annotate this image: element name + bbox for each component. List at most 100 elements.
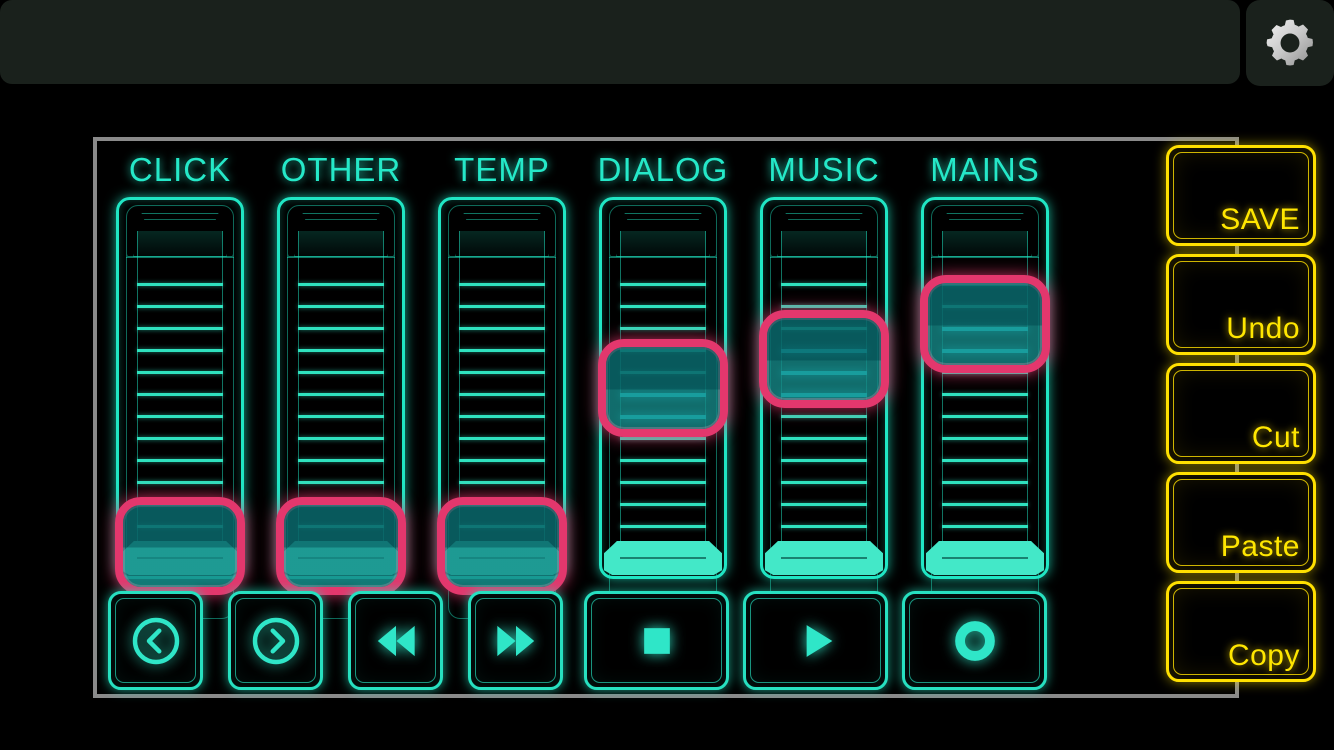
fader-scale-rung bbox=[781, 459, 867, 462]
channel-label: OTHER bbox=[280, 151, 402, 188]
fader-scale-rung bbox=[781, 415, 867, 418]
fader-scale-rung bbox=[942, 503, 1028, 506]
fader-scale-rung bbox=[620, 525, 706, 528]
fast-forward-button[interactable] bbox=[468, 591, 563, 690]
fader-scale-rung bbox=[298, 371, 384, 374]
fader-scale-rung bbox=[459, 393, 545, 396]
fader-top-cap bbox=[137, 231, 223, 259]
save-button[interactable]: SAVE bbox=[1166, 145, 1316, 246]
fader-scale-rung bbox=[459, 305, 545, 308]
fader-click[interactable] bbox=[115, 197, 245, 619]
fader-scale-rung bbox=[781, 481, 867, 484]
channel-strip-mains: MAINS bbox=[910, 145, 1060, 619]
channel-strip-music: MUSIC bbox=[749, 145, 899, 619]
record-button[interactable] bbox=[902, 591, 1047, 690]
fader-scale-rung bbox=[620, 327, 706, 330]
fader-top-cap bbox=[298, 231, 384, 259]
fader-handle-fill bbox=[123, 505, 237, 587]
mixer-panel: CLICK OTHER TEMP DIALOG MUSIC MAINS SAVE Undo C… bbox=[93, 137, 1316, 698]
prev-marker-button[interactable] bbox=[108, 591, 203, 690]
channel-label: MAINS bbox=[930, 151, 1040, 188]
fader-handle-fill bbox=[445, 505, 559, 587]
fader-scale-rung bbox=[137, 283, 223, 286]
fader-scale-rung bbox=[137, 481, 223, 484]
fader-scale-rung bbox=[620, 503, 706, 506]
fader-scale-rung bbox=[620, 481, 706, 484]
fader-handle-fill bbox=[606, 347, 720, 429]
fader-scale-rung bbox=[298, 415, 384, 418]
fader-top-cap bbox=[459, 231, 545, 259]
fader-scale-rung bbox=[942, 415, 1028, 418]
fader-scale-rung bbox=[459, 371, 545, 374]
fader-scale-rung bbox=[137, 349, 223, 352]
play-icon bbox=[806, 624, 832, 657]
fader-base-shoe bbox=[604, 541, 722, 575]
cut-button[interactable]: Cut bbox=[1166, 363, 1316, 464]
gear-icon bbox=[1266, 19, 1313, 66]
paste-button[interactable]: Paste bbox=[1166, 472, 1316, 573]
fader-shoe-line bbox=[620, 557, 706, 559]
fader-dialog[interactable] bbox=[598, 197, 728, 619]
fader-scale-rung bbox=[459, 459, 545, 462]
fader-top-rail bbox=[609, 257, 717, 258]
fader-temp[interactable] bbox=[437, 197, 567, 619]
fader-other[interactable] bbox=[276, 197, 406, 619]
fader-handle[interactable] bbox=[437, 497, 567, 595]
fader-handle[interactable] bbox=[920, 275, 1050, 373]
fader-top-rail bbox=[287, 257, 395, 258]
fader-shoe-line bbox=[781, 557, 867, 559]
fader-scale-rung bbox=[459, 349, 545, 352]
channel-strip-other: OTHER bbox=[266, 145, 416, 619]
fader-scale-rung bbox=[137, 327, 223, 330]
fader-music[interactable] bbox=[759, 197, 889, 619]
settings-button[interactable] bbox=[1246, 0, 1334, 86]
fader-scale-rung bbox=[459, 437, 545, 440]
fader-scale-rung bbox=[298, 327, 384, 330]
fader-scale-rung bbox=[298, 305, 384, 308]
paste-button-label: Paste bbox=[1220, 530, 1300, 563]
top-display-bar[interactable] bbox=[0, 0, 1240, 84]
fader-top-cap bbox=[620, 231, 706, 259]
fader-scale-rung bbox=[137, 371, 223, 374]
fader-top-cap bbox=[942, 231, 1028, 259]
fader-base-shoe bbox=[926, 541, 1044, 575]
fader-scale-rung bbox=[942, 459, 1028, 462]
fader-scale-rung bbox=[942, 481, 1028, 484]
fader-scale-rung bbox=[137, 393, 223, 396]
fader-top-rail bbox=[126, 257, 234, 258]
fader-top-cap bbox=[781, 231, 867, 259]
fader-scale-rung bbox=[298, 349, 384, 352]
stop-button[interactable] bbox=[584, 591, 729, 690]
circle-chevron-left-icon bbox=[132, 617, 179, 664]
copy-button[interactable]: Copy bbox=[1166, 581, 1316, 682]
cut-button-label: Cut bbox=[1251, 421, 1300, 454]
fader-scale-rung bbox=[298, 481, 384, 484]
fader-handle[interactable] bbox=[759, 310, 889, 408]
play-button[interactable] bbox=[743, 591, 888, 690]
next-marker-button[interactable] bbox=[228, 591, 323, 690]
save-button-label: SAVE bbox=[1220, 203, 1300, 236]
channel-label: TEMP bbox=[454, 151, 550, 188]
fader-scale-rung bbox=[781, 437, 867, 440]
fader-scale-rung bbox=[137, 459, 223, 462]
fader-handle[interactable] bbox=[115, 497, 245, 595]
copy-button-label: Copy bbox=[1227, 639, 1300, 672]
rewind-button[interactable] bbox=[348, 591, 443, 690]
fader-handle-fill bbox=[284, 505, 398, 587]
rewind-icon bbox=[377, 625, 415, 656]
fader-handle[interactable] bbox=[598, 339, 728, 437]
fader-scale-rung bbox=[459, 481, 545, 484]
undo-button-label: Undo bbox=[1226, 312, 1300, 345]
fader-scale-rung bbox=[620, 283, 706, 286]
fader-scale-rung bbox=[781, 503, 867, 506]
fader-scale-rung bbox=[459, 415, 545, 418]
channel-label: CLICK bbox=[128, 151, 232, 188]
fader-mains[interactable] bbox=[920, 197, 1050, 619]
record-icon bbox=[954, 620, 995, 661]
fader-handle[interactable] bbox=[276, 497, 406, 595]
undo-button[interactable]: Undo bbox=[1166, 254, 1316, 355]
fader-shoe-line bbox=[942, 557, 1028, 559]
channel-label: MUSIC bbox=[768, 151, 880, 188]
fader-scale-rung bbox=[942, 393, 1028, 396]
channel-strip-click: CLICK bbox=[105, 145, 255, 619]
